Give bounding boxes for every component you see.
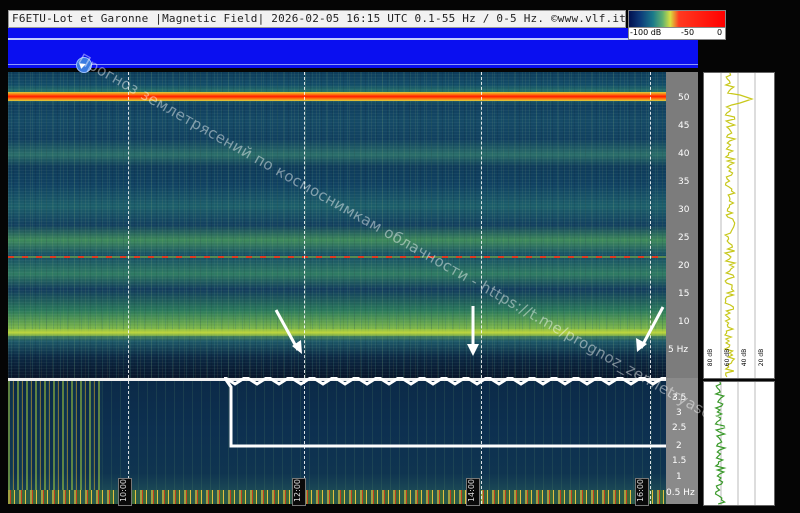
color-scale-min: -100 dB [630,28,662,37]
freq-label-2-5: 2.5 [672,423,687,433]
freq-label-35: 35 [678,177,690,187]
freq-label-15: 15 [678,289,690,299]
freq-label-20: 20 [678,261,690,271]
arrow-annotation-2 [467,306,479,356]
side-spectrum-bottom [703,381,775,506]
band-50hz [8,92,666,101]
side-spectrum-top [703,72,775,379]
gridline-1000 [128,72,129,378]
color-scale-gradient [628,10,726,28]
band-20hz [8,256,666,258]
frequency-axis-top [666,72,698,378]
freq-label-45: 45 [678,121,690,131]
freq-label-30: 30 [678,205,690,215]
header-band [8,28,698,68]
gridline-1400 [481,72,482,378]
side-tick-40db: 40 dB [741,348,749,367]
freq-label-1-5: 1.5 [672,456,687,466]
time-label-1200: 12:00 [292,478,306,506]
side-tick-80db: 80 dB [707,348,715,367]
freq-label-1: 1 [676,472,682,482]
color-scale-max: 0 [717,28,723,37]
side-tick-60db: 60 dB [724,348,732,367]
freq-label-25: 25 [678,233,690,243]
title-bar: F6ETU-Lot et Garonne |Magnetic Field| 20… [8,10,626,28]
color-scale-legend: -100 dB -50 0 [628,10,726,40]
arrow-annotation-1 [274,309,302,354]
freq-label-5: 5 Hz [668,345,689,355]
time-label-1400: 14:00 [466,478,480,506]
color-scale-mid: -50 [681,28,695,37]
time-label-1000: 10:00 [118,478,132,506]
freq-label-3: 3 [676,408,682,418]
freq-label-0-5: 0.5 Hz [666,488,695,498]
spectrogram-window: F6ETU-Lot et Garonne |Magnetic Field| 20… [0,0,800,513]
page-title: F6ETU-Lot et Garonne |Magnetic Field| 20… [12,12,627,25]
time-label-1600: 16:00 [635,478,649,506]
highlight-zigzag-box [224,377,682,448]
arrow-annotation-3 [636,306,665,352]
color-scale-labels: -100 dB -50 0 [628,27,726,40]
freq-label-50: 50 [678,93,690,103]
freq-label-10: 10 [678,317,690,327]
freq-label-40: 40 [678,149,690,159]
side-tick-20db: 20 dB [758,348,766,367]
freq-label-2: 2 [676,441,682,451]
